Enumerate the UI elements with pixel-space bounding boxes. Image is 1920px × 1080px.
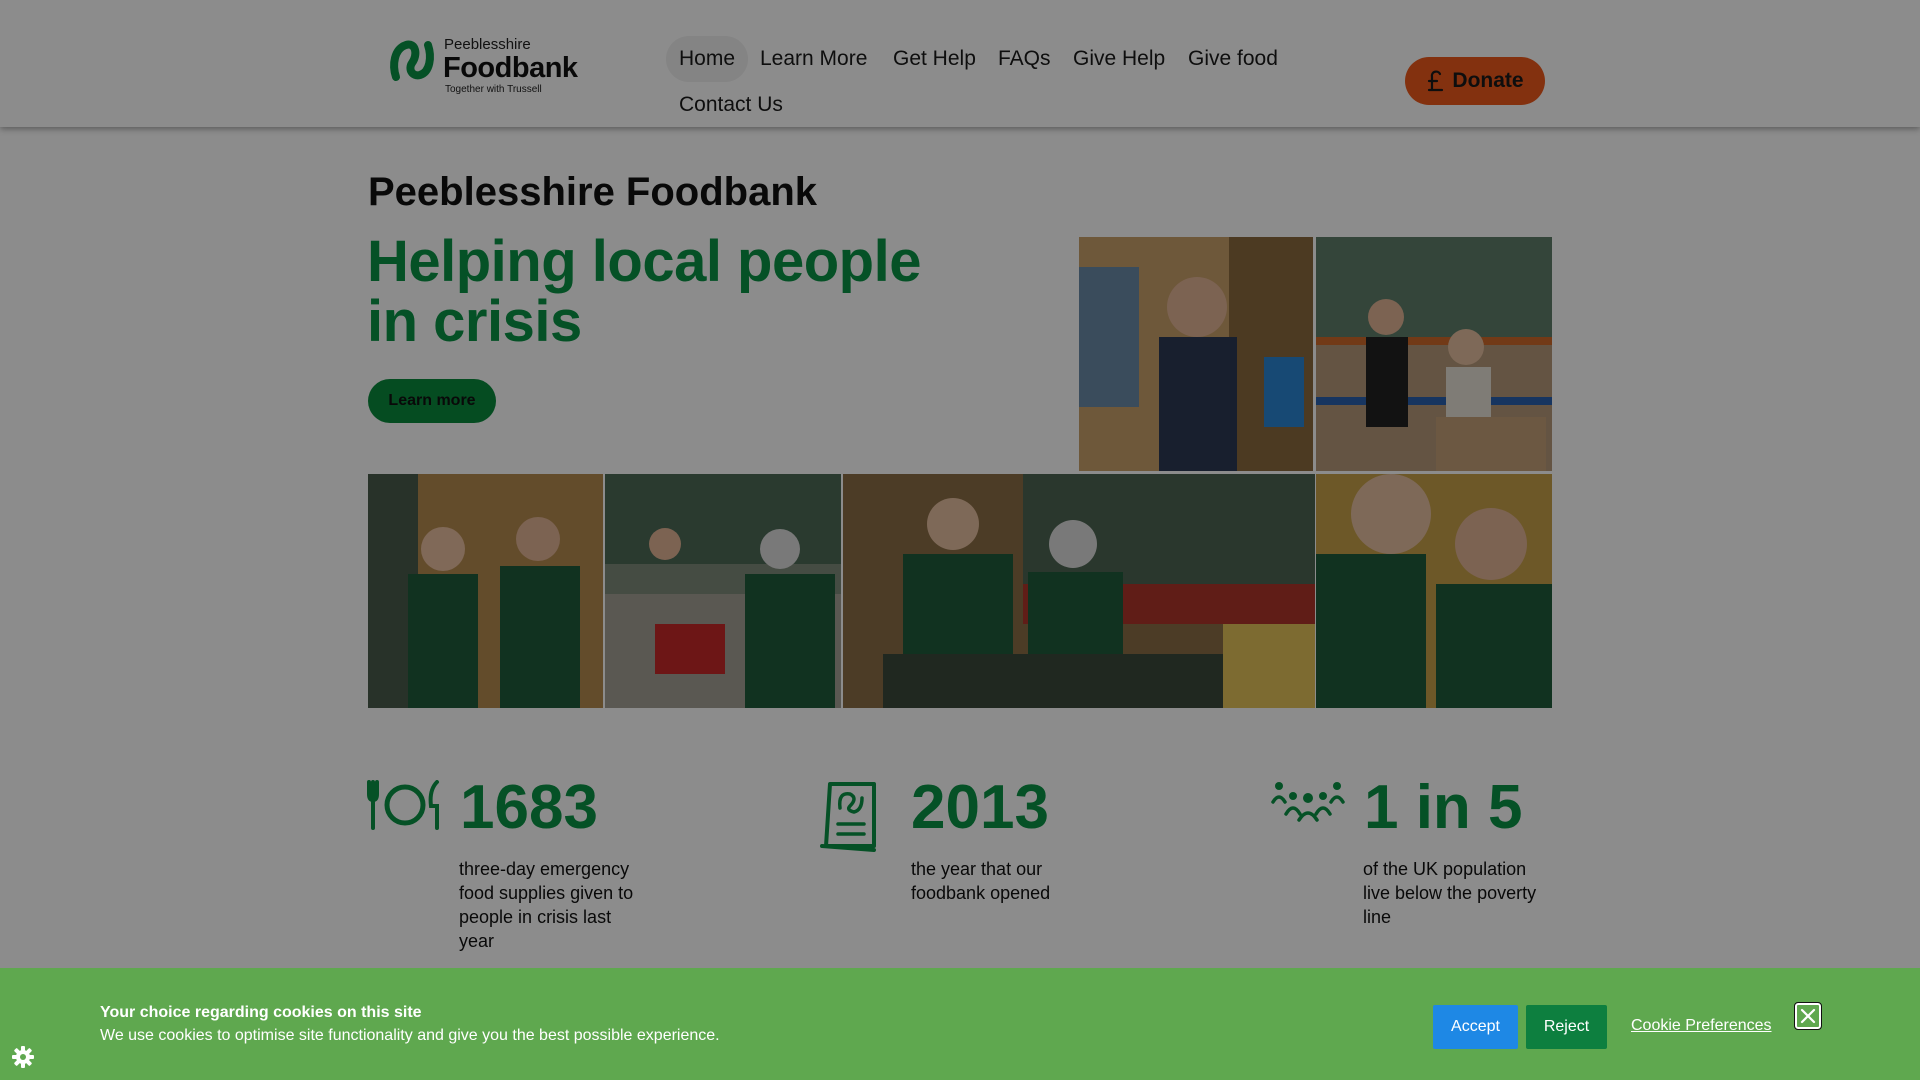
nav-give-help[interactable]: Give Help <box>1060 36 1178 82</box>
stat-description: of the UK population live below the pove… <box>1363 859 1537 927</box>
logo-tagline: Together with Trussell <box>445 84 542 95</box>
donate-label: Donate <box>1452 69 1524 92</box>
hero-headline: Helping local people in crisis <box>367 229 921 354</box>
cookie-title: Your choice regarding cookies on this si… <box>100 1004 422 1021</box>
cookie-banner: Your choice regarding cookies on this si… <box>0 968 1920 1080</box>
nav-give-food[interactable]: Give food <box>1175 36 1291 82</box>
volunteer-photo <box>843 474 1315 708</box>
logo-line-1: Peeblesshire <box>444 36 531 53</box>
volunteer-photo <box>1316 474 1552 708</box>
stat-description: the year that our foodbank opened <box>911 859 1051 903</box>
logo-line-2: Foodbank <box>443 52 578 84</box>
cookie-text: We use cookies to optimise site function… <box>100 1027 720 1044</box>
stat-number: 2013 <box>911 773 1049 842</box>
nav-contact-us[interactable]: Contact Us <box>666 82 796 128</box>
people-group-icon <box>1271 782 1345 822</box>
volunteer-photo <box>1316 237 1552 471</box>
stat-number: 1 in 5 <box>1364 773 1523 842</box>
reject-cookies-button[interactable]: Reject <box>1526 1005 1607 1049</box>
plate-cutlery-icon <box>367 780 439 830</box>
accept-cookies-button[interactable]: Accept <box>1433 1005 1518 1049</box>
nav-get-help[interactable]: Get Help <box>880 36 989 82</box>
cookie-preferences-link[interactable]: Cookie Preferences <box>1631 1017 1772 1035</box>
volunteer-photo <box>368 474 603 708</box>
close-icon[interactable] <box>1794 1002 1822 1030</box>
foodbank-logo[interactable]: Peeblesshire Foodbank Together with Trus… <box>388 34 578 98</box>
nav-learn-more[interactable]: Learn More <box>747 36 880 82</box>
site-title: Peeblesshire Foodbank <box>368 170 818 214</box>
nav-home[interactable]: Home <box>666 36 749 82</box>
document-icon <box>820 782 876 852</box>
donate-button[interactable]: Donate <box>1405 57 1545 105</box>
stat-description: three-day emergency food supplies given … <box>459 859 634 951</box>
gear-icon[interactable] <box>11 1045 35 1069</box>
foodbank-logo-icon <box>390 40 434 81</box>
volunteer-photo <box>1079 237 1313 471</box>
nav-faqs[interactable]: FAQs <box>985 36 1064 82</box>
site-header: Peeblesshire Foodbank Together with Trus… <box>0 0 1920 127</box>
stat-number: 1683 <box>460 773 598 842</box>
learn-more-button[interactable]: Learn more <box>368 379 496 423</box>
volunteer-photo <box>605 474 841 708</box>
pound-icon <box>1428 70 1444 92</box>
